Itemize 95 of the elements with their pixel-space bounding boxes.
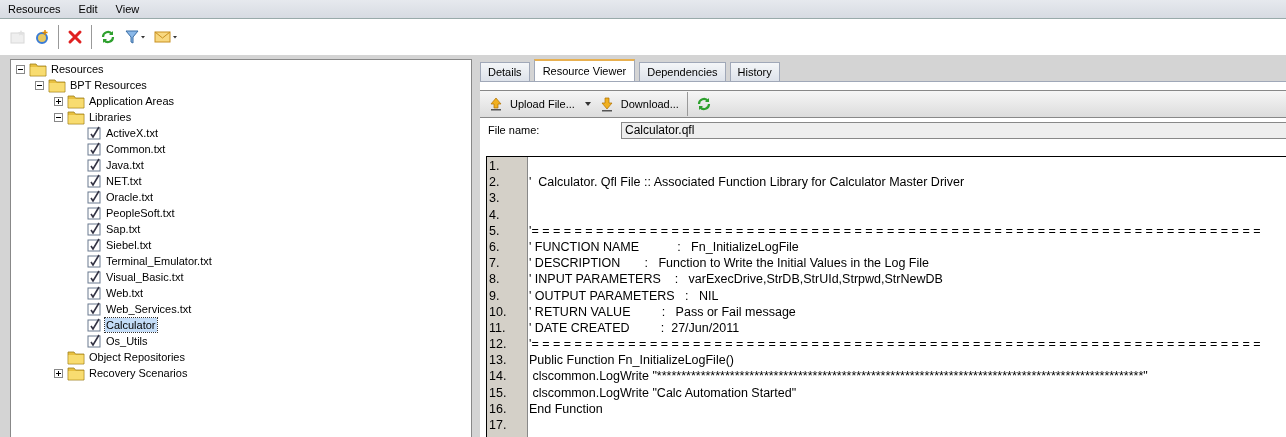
line-number: 8. bbox=[488, 271, 501, 288]
add-resource-icon[interactable] bbox=[34, 29, 50, 45]
line-number: 10. bbox=[488, 303, 508, 320]
line-number: 16. bbox=[488, 400, 508, 417]
collapse-toggle[interactable] bbox=[54, 112, 63, 122]
tree-item[interactable]: Visual_Basic.txt bbox=[105, 270, 185, 284]
tree-item[interactable]: NET.txt bbox=[105, 174, 143, 188]
code-line: Public Function Fn_InitializeLogFile() bbox=[528, 352, 735, 369]
tree-item[interactable]: BPT Resources bbox=[69, 78, 148, 92]
folder-icon bbox=[29, 61, 47, 77]
download-icon bbox=[598, 96, 615, 112]
folder-icon bbox=[67, 365, 85, 381]
line-number: 11. bbox=[488, 319, 507, 337]
tree-item[interactable]: Sap.txt bbox=[105, 222, 142, 236]
folder-icon bbox=[48, 77, 66, 93]
code-line: ' DESCRIPTION : Function to Write the Initial Values in the Log File bbox=[528, 255, 930, 272]
code-line: ' INPUT PARAMETERS : varExecDrive,StrDB,StrUId,Strpwd,StrNewDB bbox=[528, 271, 944, 288]
tree-item[interactable]: PeopleSoft.txt bbox=[105, 206, 176, 220]
tree-item[interactable]: Object Repositories bbox=[88, 350, 186, 364]
expand-toggle[interactable] bbox=[54, 368, 63, 378]
code-line: '= = = = = = = = = = = = = = = = = = = = = = = = = = = = = = = = = = = = = = = = = = = = = = = = = = = = = = = = = = = = = = = = = = = = bbox=[528, 222, 1262, 239]
line-number: 3. bbox=[488, 190, 501, 207]
code-line: ' DATE CREATED : 27/Jun/2011 bbox=[528, 319, 741, 337]
tree-item[interactable]: Os_Utils bbox=[105, 334, 149, 348]
collapse-toggle[interactable] bbox=[16, 64, 25, 74]
code-line: ' OUTPUT PARAMETERS : NIL bbox=[528, 287, 720, 304]
filter-icon[interactable] bbox=[124, 29, 146, 45]
tree-item[interactable]: Web.txt bbox=[105, 286, 145, 300]
tree-item[interactable]: Terminal_Emulator.txt bbox=[105, 254, 213, 268]
code-line: ' FUNCTION NAME : Fn_InitializeLogFile bbox=[528, 238, 800, 256]
checked-file-icon bbox=[86, 285, 102, 301]
tab[interactable]: Resource Viewer bbox=[533, 59, 636, 81]
checked-file-icon bbox=[86, 269, 102, 285]
download-button[interactable]: Download... bbox=[598, 96, 679, 112]
checked-file-icon bbox=[86, 157, 102, 173]
file-name-label: File name: bbox=[488, 124, 541, 136]
folder-icon bbox=[67, 109, 85, 125]
refresh-icon[interactable] bbox=[695, 96, 712, 112]
checked-file-icon bbox=[86, 189, 102, 205]
code-line: ' Calculator. Qfl File :: Associated Function Library for Calculator Master Driver bbox=[528, 174, 966, 191]
envelope-icon[interactable] bbox=[154, 29, 178, 45]
tree-item[interactable]: ActiveX.txt bbox=[105, 126, 159, 140]
tab[interactable]: Dependencies bbox=[639, 62, 726, 81]
tree-item[interactable]: Libraries bbox=[88, 110, 133, 124]
tree-item[interactable]: Application Areas bbox=[88, 94, 175, 108]
tree-item[interactable]: Common.txt bbox=[105, 142, 167, 156]
line-number: 2. bbox=[488, 174, 501, 191]
code-line: clscommon.LogWrite "Calc Automation Started" bbox=[531, 384, 798, 401]
caret-icon bbox=[584, 102, 591, 106]
checked-file-icon bbox=[86, 205, 102, 221]
refresh-icon[interactable] bbox=[100, 29, 116, 45]
checked-file-icon bbox=[86, 253, 102, 269]
checked-file-icon bbox=[86, 317, 102, 333]
line-number: 14. bbox=[488, 368, 508, 385]
line-number: 7. bbox=[488, 255, 501, 272]
menu-item[interactable]: Resources bbox=[7, 3, 62, 15]
tree-item[interactable]: Oracle.txt bbox=[105, 190, 155, 204]
folder-icon bbox=[67, 93, 85, 109]
line-number: 1. bbox=[488, 158, 501, 175]
checked-file-icon bbox=[86, 125, 102, 141]
code-line: clscommon.LogWrite "****************************************************************************************************" bbox=[531, 368, 1149, 385]
tab[interactable]: History bbox=[729, 62, 780, 81]
menu-item[interactable]: Edit bbox=[77, 3, 99, 15]
delete-icon[interactable] bbox=[67, 29, 83, 45]
line-number: 6. bbox=[488, 238, 501, 256]
tree-item[interactable]: Web_Services.txt bbox=[105, 302, 193, 316]
code-line: '= = = = = = = = = = = = = = = = = = = = = = = = = = = = = = = = = = = = = = = = = = = = = = = = = = = = = = = = = = = = = = = = = = = = bbox=[528, 336, 1262, 353]
checked-file-icon bbox=[86, 237, 102, 253]
tree-item[interactable]: Java.txt bbox=[105, 158, 145, 172]
expand-toggle[interactable] bbox=[54, 96, 63, 106]
upload-icon bbox=[488, 96, 504, 112]
checked-file-icon bbox=[86, 141, 102, 157]
file-name-field[interactable]: Calculator.qfl bbox=[621, 121, 1286, 139]
line-number: 17. bbox=[488, 417, 508, 434]
tree-item[interactable]: Calculator bbox=[105, 318, 157, 332]
line-number: 4. bbox=[488, 206, 501, 223]
line-number: 15. bbox=[488, 384, 508, 401]
line-number: 12. bbox=[488, 336, 508, 353]
code-line: ' RETURN VALUE : Pass or Fail message bbox=[528, 303, 797, 320]
line-number: 13. bbox=[488, 352, 508, 369]
line-number: 9. bbox=[488, 287, 501, 304]
menu-item[interactable]: View bbox=[114, 3, 141, 15]
tab[interactable]: Details bbox=[480, 62, 530, 81]
line-number: 5. bbox=[488, 222, 501, 239]
tree-item[interactable]: Resources bbox=[50, 62, 105, 76]
checked-file-icon bbox=[86, 301, 102, 317]
tree-item[interactable]: Siebel.txt bbox=[105, 238, 153, 252]
checked-file-icon bbox=[86, 221, 102, 237]
collapse-toggle[interactable] bbox=[35, 80, 44, 90]
code-line: End Function bbox=[528, 400, 604, 417]
upload-button[interactable]: Upload File... bbox=[488, 96, 591, 112]
checked-file-icon bbox=[86, 333, 102, 349]
tree-item[interactable]: Recovery Scenarios bbox=[88, 366, 189, 380]
checked-file-icon bbox=[86, 173, 102, 189]
folder-icon bbox=[67, 349, 85, 365]
